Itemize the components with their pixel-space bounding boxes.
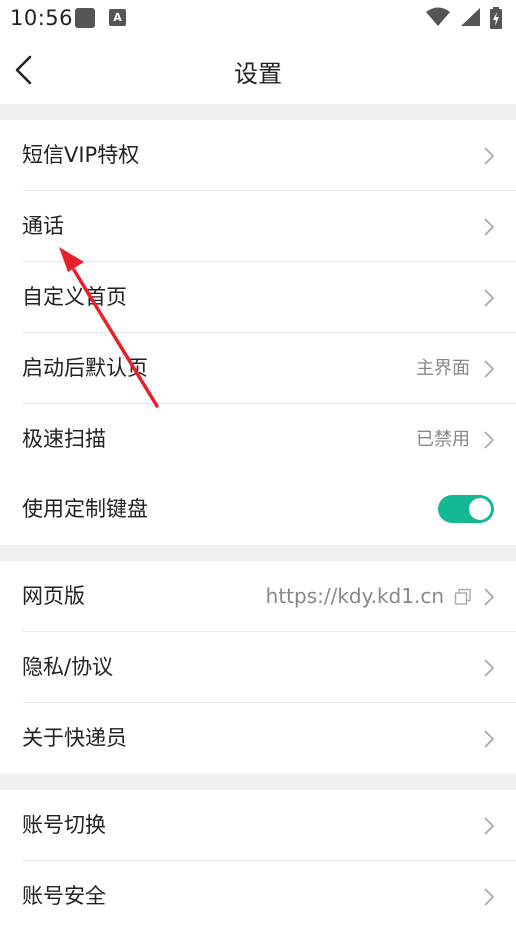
settings-item-label: 启动后默认页	[22, 356, 148, 380]
chevron-right-icon	[484, 360, 495, 378]
settings-item-web-version[interactable]: 网页版 https://kdy.kd1.cn	[0, 561, 516, 632]
status-bar: 10:56 A	[0, 0, 516, 36]
chevron-right-icon	[484, 588, 495, 606]
settings-item-label: 极速扫描	[22, 427, 106, 451]
battery-icon	[490, 7, 502, 29]
settings-item-account-security[interactable]: 账号安全	[0, 861, 516, 932]
chevron-right-icon	[484, 147, 495, 165]
page-title: 设置	[234, 60, 282, 88]
settings-item-custom-home[interactable]: 自定义首页	[0, 262, 516, 333]
settings-item-value: 主界面	[416, 358, 470, 379]
settings-item-privacy[interactable]: 隐私/协议	[0, 632, 516, 703]
notification-square-icon	[75, 8, 95, 28]
custom-keyboard-toggle[interactable]	[438, 495, 494, 523]
notification-a-icon: A	[109, 9, 126, 26]
chevron-right-icon	[484, 431, 495, 449]
settings-item-label: 关于快递员	[22, 726, 127, 750]
status-icons	[422, 7, 502, 29]
copy-icon[interactable]	[454, 588, 472, 606]
chevron-right-icon	[484, 888, 495, 906]
settings-item-label: 自定义首页	[22, 285, 127, 309]
settings-item-label: 通话	[22, 214, 64, 238]
settings-item-default-page[interactable]: 启动后默认页 主界面	[0, 333, 516, 404]
web-url-value: https://kdy.kd1.cn	[265, 584, 444, 608]
settings-item-fast-scan[interactable]: 极速扫描 已禁用	[0, 404, 516, 475]
settings-item-switch-account[interactable]: 账号切换	[0, 790, 516, 861]
settings-item-label: 短信VIP特权	[22, 143, 140, 167]
status-time: 10:56	[10, 6, 74, 30]
settings-item-label: 账号安全	[22, 884, 106, 908]
chevron-right-icon	[484, 218, 495, 236]
wifi-icon	[425, 7, 450, 26]
chevron-right-icon	[484, 730, 495, 748]
settings-item-call[interactable]: 通话	[0, 191, 516, 262]
signal-icon	[460, 8, 480, 26]
settings-item-label: 隐私/协议	[22, 655, 114, 679]
section-gap	[0, 104, 516, 120]
chevron-right-icon	[484, 817, 495, 835]
app-header: 设置	[0, 36, 516, 104]
settings-item-sms-vip[interactable]: 短信VIP特权	[0, 120, 516, 191]
toggle-knob	[469, 498, 491, 520]
section-gap	[0, 774, 516, 790]
section-gap	[0, 545, 516, 561]
settings-item-label: 使用定制键盘	[22, 497, 148, 521]
settings-item-label: 网页版	[22, 584, 85, 608]
settings-item-value: 已禁用	[416, 429, 470, 450]
chevron-right-icon	[484, 289, 495, 307]
settings-item-about[interactable]: 关于快递员	[0, 703, 516, 774]
chevron-right-icon	[484, 659, 495, 677]
settings-item-custom-keyboard: 使用定制键盘	[0, 474, 516, 545]
settings-item-label: 账号切换	[22, 813, 106, 837]
